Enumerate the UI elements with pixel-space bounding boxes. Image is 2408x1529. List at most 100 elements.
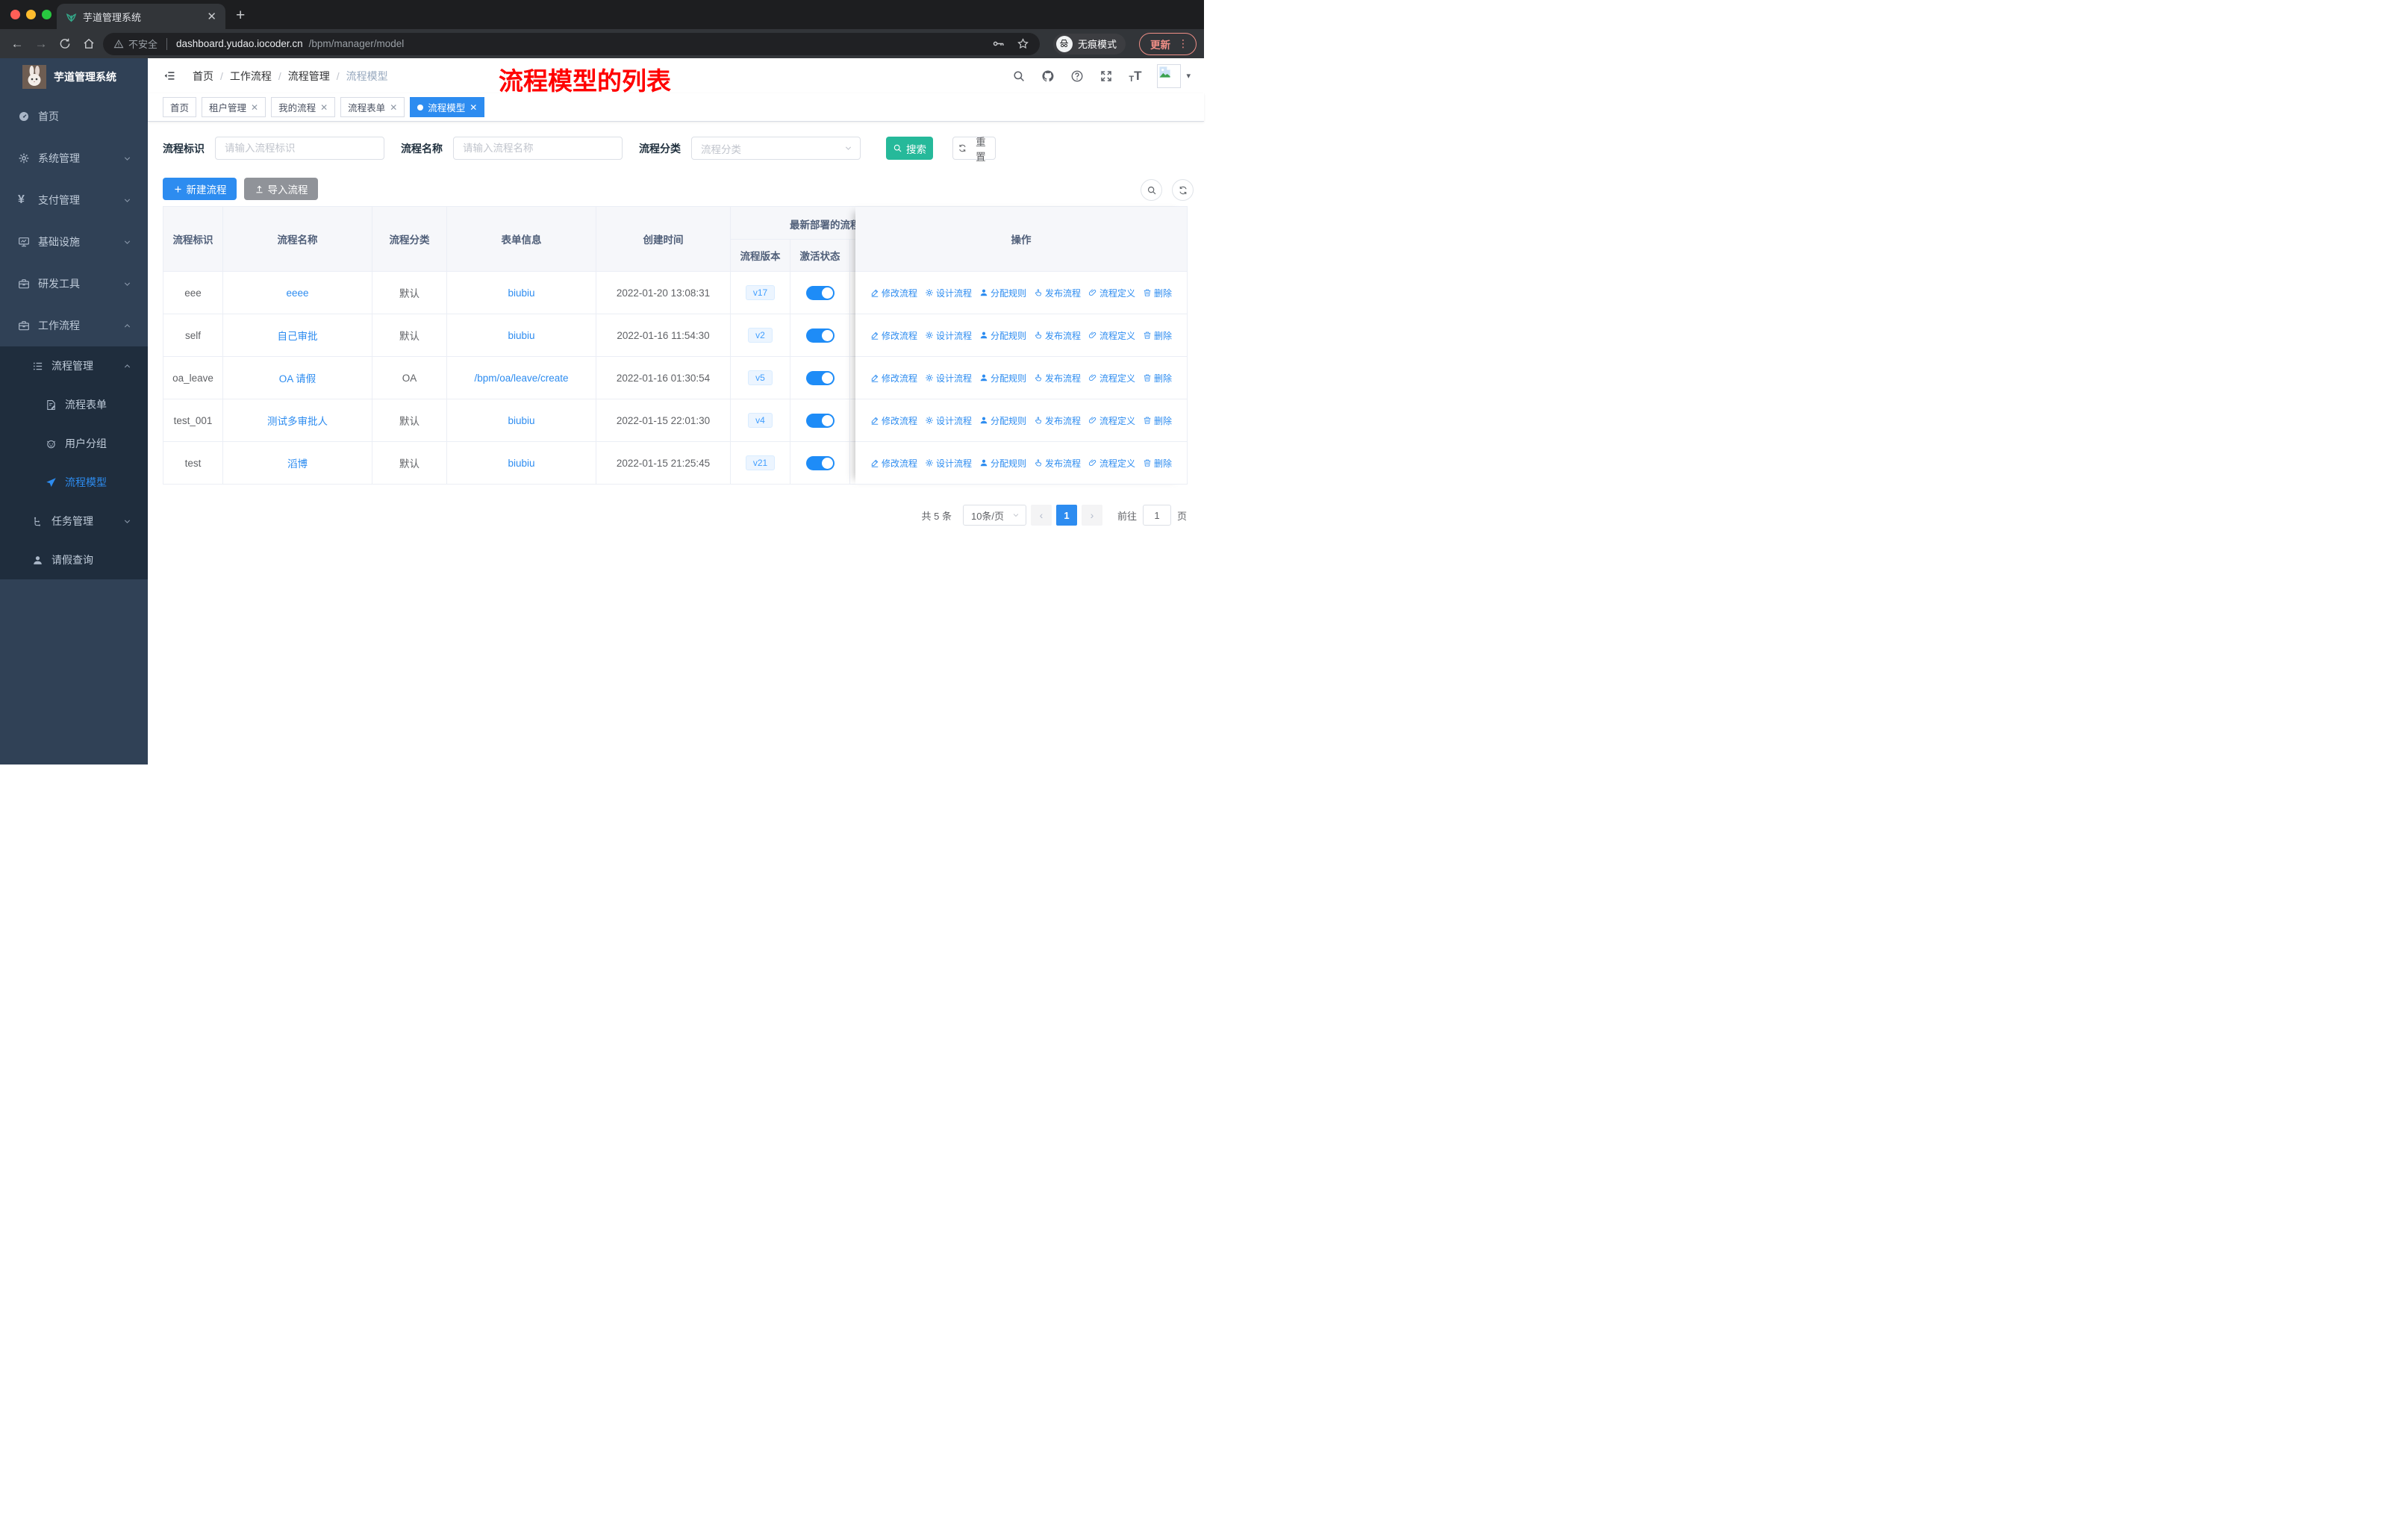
publish-process-link[interactable]: 发布流程: [1034, 287, 1081, 299]
form-info-link[interactable]: /bpm/oa/leave/create: [474, 373, 568, 384]
form-info-link[interactable]: biubiu: [508, 415, 534, 426]
page-size-select[interactable]: 10条/页: [962, 505, 1026, 526]
tab-close-icon[interactable]: ✕: [207, 10, 216, 23]
form-info-link[interactable]: biubiu: [508, 458, 534, 469]
address-bar[interactable]: 不安全 dashboard.yudao.iocoder.cn/bpm/manag…: [103, 32, 1040, 55]
process-name-link[interactable]: eeee: [286, 287, 308, 299]
active-toggle[interactable]: [805, 413, 835, 428]
sidebar-item-devtools[interactable]: 研发工具: [0, 263, 148, 305]
sidebar-item-task-management[interactable]: 任务管理: [0, 502, 148, 541]
breadcrumb-process-management[interactable]: 流程管理: [288, 69, 330, 84]
sidebar-item-leave-query[interactable]: 请假查询: [0, 541, 148, 579]
form-info-link[interactable]: biubiu: [508, 330, 534, 341]
process-name-link[interactable]: OA 请假: [279, 370, 316, 385]
assign-rule-link[interactable]: 分配规则: [979, 414, 1026, 427]
home-button[interactable]: [79, 37, 99, 50]
publish-process-link[interactable]: 发布流程: [1034, 457, 1081, 470]
next-page-button[interactable]: ›: [1081, 505, 1102, 526]
process-name-link[interactable]: 自己审批: [278, 328, 318, 343]
tab-my-process[interactable]: 我的流程 ✕: [271, 97, 336, 117]
security-status[interactable]: 不安全: [113, 37, 157, 51]
import-process-button[interactable]: 导入流程: [244, 178, 318, 200]
sidebar-item-process-form[interactable]: 流程表单: [0, 385, 148, 424]
process-category-select[interactable]: 流程分类: [691, 137, 861, 160]
github-icon[interactable]: [1041, 69, 1055, 83]
process-name-input[interactable]: [453, 137, 623, 160]
close-icon[interactable]: ✕: [390, 102, 397, 113]
process-definition-link[interactable]: 流程定义: [1088, 329, 1135, 342]
app-logo[interactable]: 芋道管理系统: [0, 58, 148, 96]
tab-process-model[interactable]: 流程模型 ✕: [410, 97, 485, 117]
sidebar-item-workflow[interactable]: 工作流程: [0, 305, 148, 346]
reset-button[interactable]: 重置: [952, 137, 996, 163]
chrome-update-button[interactable]: 更新 ⋮: [1139, 32, 1197, 55]
zoom-window-button[interactable]: [42, 10, 52, 19]
breadcrumb-home[interactable]: 首页: [193, 69, 213, 84]
active-toggle[interactable]: [805, 285, 835, 300]
publish-process-link[interactable]: 发布流程: [1034, 414, 1081, 427]
sidebar-item-user-group[interactable]: 用户分组: [0, 424, 148, 463]
delete-link[interactable]: 删除: [1143, 457, 1172, 470]
edit-process-link[interactable]: 修改流程: [870, 414, 917, 427]
window-controls[interactable]: [10, 10, 52, 19]
edit-process-link[interactable]: 修改流程: [870, 287, 917, 299]
fullscreen-icon[interactable]: [1099, 69, 1113, 83]
edit-process-link[interactable]: 修改流程: [870, 457, 917, 470]
collapse-sidebar-icon[interactable]: [163, 70, 176, 81]
publish-process-link[interactable]: 发布流程: [1034, 372, 1081, 384]
forward-button[interactable]: →: [31, 37, 51, 52]
process-definition-link[interactable]: 流程定义: [1088, 414, 1135, 427]
delete-link[interactable]: 删除: [1143, 329, 1172, 342]
active-toggle[interactable]: [805, 370, 835, 385]
close-icon[interactable]: ✕: [470, 102, 477, 113]
delete-link[interactable]: 删除: [1143, 372, 1172, 384]
delete-link[interactable]: 删除: [1143, 414, 1172, 427]
font-size-icon[interactable]: TT: [1129, 69, 1141, 84]
goto-page-input[interactable]: [1142, 505, 1171, 526]
sidebar-item-process-management[interactable]: 流程管理: [0, 346, 148, 385]
search-icon[interactable]: [1012, 69, 1026, 83]
publish-process-link[interactable]: 发布流程: [1034, 329, 1081, 342]
sidebar-item-system[interactable]: 系统管理: [0, 137, 148, 179]
bookmark-star-icon[interactable]: [1017, 37, 1029, 50]
refresh-table-button[interactable]: [1172, 179, 1194, 201]
sidebar-item-payment[interactable]: ¥ 支付管理: [0, 179, 148, 221]
close-icon[interactable]: ✕: [251, 102, 258, 113]
current-page-button[interactable]: 1: [1055, 505, 1077, 526]
design-process-link[interactable]: 设计流程: [925, 414, 972, 427]
sidebar-item-infrastructure[interactable]: 基础设施: [0, 221, 148, 263]
show-search-button[interactable]: [1141, 179, 1162, 201]
assign-rule-link[interactable]: 分配规则: [979, 329, 1026, 342]
sidebar-item-process-model[interactable]: 流程模型: [0, 463, 148, 502]
help-icon[interactable]: [1070, 69, 1084, 83]
edit-process-link[interactable]: 修改流程: [870, 372, 917, 384]
prev-page-button[interactable]: ‹: [1030, 505, 1052, 526]
process-definition-link[interactable]: 流程定义: [1088, 287, 1135, 299]
search-button[interactable]: 搜索: [886, 137, 933, 160]
assign-rule-link[interactable]: 分配规则: [979, 372, 1026, 384]
tab-process-form[interactable]: 流程表单 ✕: [340, 97, 405, 117]
process-definition-link[interactable]: 流程定义: [1088, 372, 1135, 384]
browser-menu-icon[interactable]: ⋮: [1178, 37, 1188, 50]
form-info-link[interactable]: biubiu: [508, 287, 534, 299]
sidebar-item-home[interactable]: 首页: [0, 96, 148, 137]
process-name-link[interactable]: 测试多审批人: [267, 413, 328, 428]
close-window-button[interactable]: [10, 10, 20, 19]
close-icon[interactable]: ✕: [320, 102, 328, 113]
active-toggle[interactable]: [805, 328, 835, 343]
delete-link[interactable]: 删除: [1143, 287, 1172, 299]
process-name-link[interactable]: 滔博: [287, 455, 308, 470]
active-toggle[interactable]: [805, 455, 835, 470]
minimize-window-button[interactable]: [26, 10, 36, 19]
design-process-link[interactable]: 设计流程: [925, 372, 972, 384]
edit-process-link[interactable]: 修改流程: [870, 329, 917, 342]
avatar[interactable]: [1157, 63, 1182, 88]
design-process-link[interactable]: 设计流程: [925, 457, 972, 470]
process-definition-link[interactable]: 流程定义: [1088, 457, 1135, 470]
process-id-input[interactable]: [215, 137, 384, 160]
back-button[interactable]: ←: [7, 37, 27, 52]
tab-tenant[interactable]: 租户管理 ✕: [202, 97, 266, 117]
password-key-icon[interactable]: [992, 37, 1005, 50]
design-process-link[interactable]: 设计流程: [925, 287, 972, 299]
reload-button[interactable]: [55, 37, 75, 50]
